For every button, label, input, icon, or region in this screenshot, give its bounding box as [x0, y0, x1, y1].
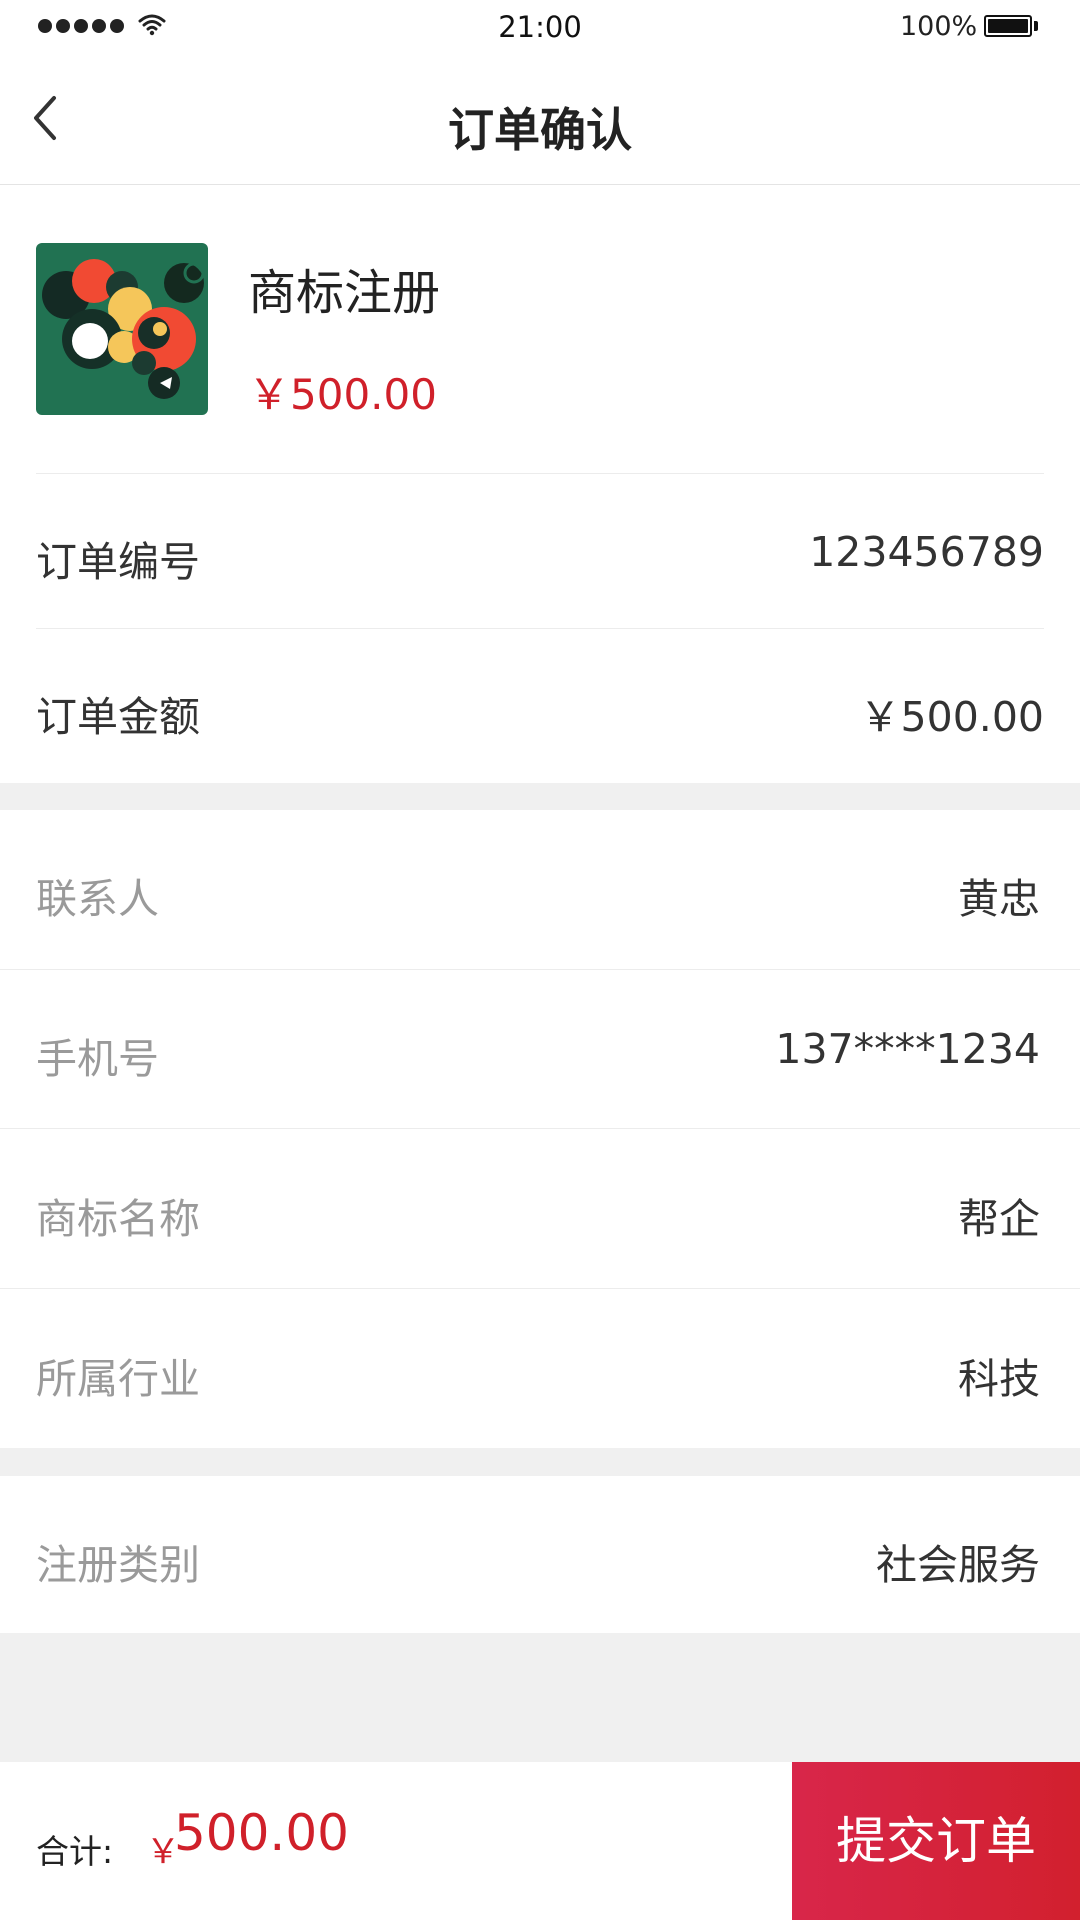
order-number-label: 订单编号	[36, 538, 200, 586]
trademark-name-label: 商标名称	[36, 1195, 200, 1243]
order-number-value: 123456789	[809, 528, 1044, 576]
trademark-name-value: 帮企	[958, 1195, 1040, 1243]
divider	[0, 969, 1080, 970]
product-price: ￥500.00	[248, 370, 437, 419]
category-section: 注册类别 社会服务	[0, 1476, 1080, 1633]
contact-name-label: 联系人	[36, 875, 159, 923]
divider	[0, 1128, 1080, 1129]
divider	[0, 1288, 1080, 1289]
battery-tip	[1034, 21, 1038, 31]
submit-order-button[interactable]: 提交订单	[792, 1762, 1080, 1920]
status-bar: 21:00 100%	[0, 0, 1080, 56]
order-amount-value: ￥500.00	[859, 693, 1044, 741]
contact-info-section: 联系人 黄忠 手机号 137****1234 商标名称 帮企 所属行业 科技	[0, 810, 1080, 1448]
order-amount-label: 订单金额	[36, 693, 200, 741]
product-name: 商标注册	[248, 265, 441, 321]
total-label: 合计:	[36, 1832, 114, 1871]
product-card: 商标注册 ￥500.00 订单编号 123456789 订单金额 ￥500.00	[0, 185, 1080, 783]
phone-label: 手机号	[36, 1035, 159, 1083]
industry-value: 科技	[958, 1355, 1040, 1403]
product-thumbnail	[36, 243, 208, 415]
battery-percentage: 100%	[900, 11, 978, 42]
total-amount: 500.00	[174, 1804, 349, 1862]
contact-name-value: 黄忠	[958, 875, 1040, 923]
page-title: 订单确认	[448, 103, 632, 157]
divider	[36, 473, 1044, 474]
phone-value: 137****1234	[775, 1025, 1040, 1073]
battery-icon	[984, 15, 1032, 37]
category-label: 注册类别	[36, 1541, 200, 1589]
bottom-bar: 合计: ￥ 500.00 提交订单	[0, 1762, 1080, 1920]
category-value: 社会服务	[876, 1541, 1040, 1589]
nav-bar: 订单确认	[0, 56, 1080, 185]
industry-label: 所属行业	[36, 1355, 200, 1403]
divider	[36, 628, 1044, 629]
